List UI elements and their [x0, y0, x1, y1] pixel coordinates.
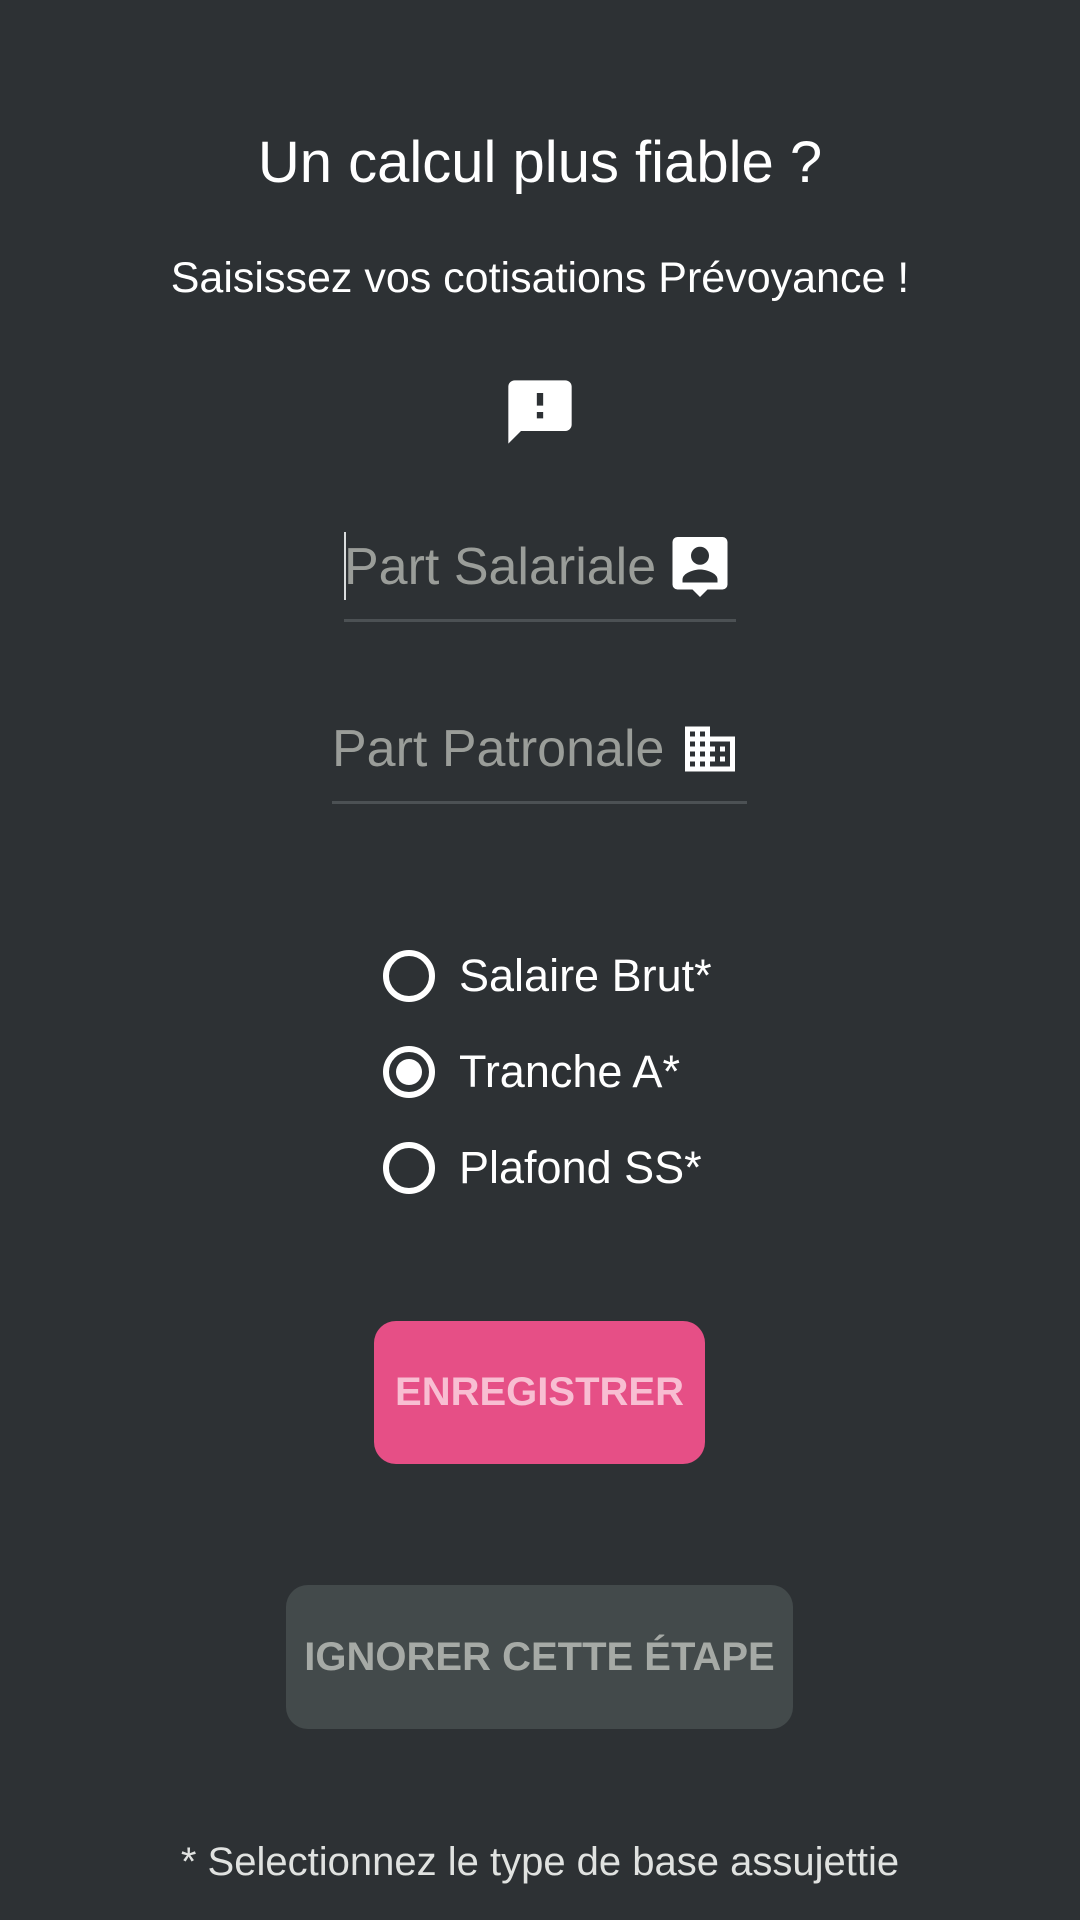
radio-option-tranche-a[interactable]: Tranche A* [383, 1024, 763, 1120]
page-title: Un calcul plus fiable ? [257, 130, 823, 195]
radio-button-salaire-brut[interactable] [383, 950, 435, 1002]
radio-button-tranche-a[interactable] [383, 1046, 435, 1098]
part-patronale-field[interactable] [332, 712, 747, 804]
page-subtitle: Saisissez vos cotisations Prévoyance ! [170, 254, 910, 302]
part-salariale-field[interactable] [344, 530, 736, 622]
feedback-alert-icon [508, 380, 572, 444]
radio-label: Plafond SS* [459, 1142, 702, 1193]
radio-label: Salaire Brut* [459, 950, 712, 1001]
save-button[interactable]: ENREGISTRER [374, 1321, 705, 1464]
base-type-radio-group: Salaire Brut* Tranche A* Plafond SS* [383, 928, 763, 1216]
skip-step-button[interactable]: IGNORER CETTE ÉTAPE [286, 1585, 793, 1729]
contact-card-icon [672, 537, 728, 597]
prevoyance-screen: Un calcul plus fiable ? Saisissez vos co… [0, 0, 1080, 1920]
field-underline [332, 801, 747, 804]
field-underline [344, 619, 736, 622]
radio-button-plafond-ss[interactable] [383, 1142, 435, 1194]
part-salariale-input[interactable] [344, 530, 659, 604]
radio-option-salaire-brut[interactable]: Salaire Brut* [383, 928, 763, 1024]
footnote: * Selectionnez le type de base assujetti… [180, 1840, 900, 1884]
radio-label: Tranche A* [459, 1046, 680, 1097]
text-cursor [344, 532, 346, 600]
radio-option-plafond-ss[interactable]: Plafond SS* [383, 1120, 763, 1216]
business-building-icon [685, 726, 735, 772]
part-patronale-input[interactable] [332, 712, 662, 786]
